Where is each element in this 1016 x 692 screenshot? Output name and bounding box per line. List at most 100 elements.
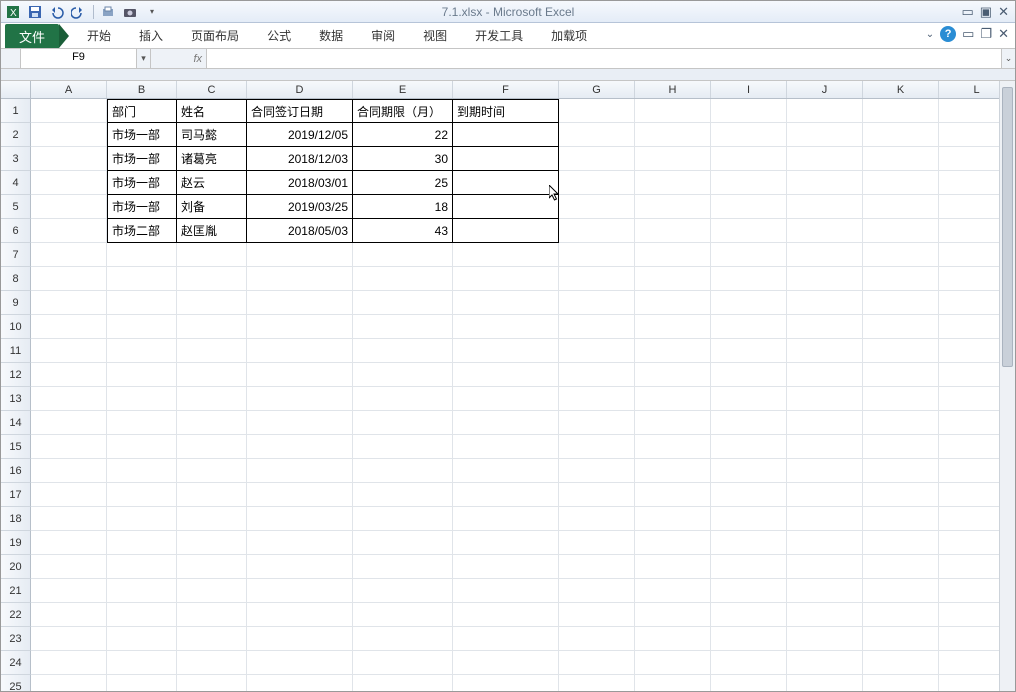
tab-insert[interactable]: 插入: [125, 23, 177, 48]
cell-B7[interactable]: [107, 243, 177, 267]
row-header-12[interactable]: 12: [1, 363, 31, 387]
cell-H11[interactable]: [635, 339, 711, 363]
cell-D18[interactable]: [247, 507, 353, 531]
cell-K6[interactable]: [863, 219, 939, 243]
cell-K15[interactable]: [863, 435, 939, 459]
select-all-corner[interactable]: [1, 81, 31, 98]
cell-J24[interactable]: [787, 651, 863, 675]
row-header-20[interactable]: 20: [1, 555, 31, 579]
cell-E6[interactable]: 43: [353, 219, 453, 243]
cell-E14[interactable]: [353, 411, 453, 435]
col-header-J[interactable]: J: [787, 81, 863, 98]
cell-J11[interactable]: [787, 339, 863, 363]
cell-H20[interactable]: [635, 555, 711, 579]
cell-B21[interactable]: [107, 579, 177, 603]
cell-E17[interactable]: [353, 483, 453, 507]
cell-J3[interactable]: [787, 147, 863, 171]
cell-E4[interactable]: 25: [353, 171, 453, 195]
cell-K14[interactable]: [863, 411, 939, 435]
file-tab[interactable]: 文件: [5, 24, 59, 48]
cell-A8[interactable]: [31, 267, 107, 291]
cell-C18[interactable]: [177, 507, 247, 531]
cell-A7[interactable]: [31, 243, 107, 267]
cell-E8[interactable]: [353, 267, 453, 291]
row-header-16[interactable]: 16: [1, 459, 31, 483]
cell-G12[interactable]: [559, 363, 635, 387]
row-header-15[interactable]: 15: [1, 435, 31, 459]
cell-F3[interactable]: [453, 147, 559, 171]
cell-J1[interactable]: [787, 99, 863, 123]
cell-C8[interactable]: [177, 267, 247, 291]
cell-K12[interactable]: [863, 363, 939, 387]
cell-D20[interactable]: [247, 555, 353, 579]
cell-C1[interactable]: 姓名: [177, 99, 247, 123]
cell-B4[interactable]: 市场一部: [107, 171, 177, 195]
cell-H23[interactable]: [635, 627, 711, 651]
cell-F18[interactable]: [453, 507, 559, 531]
cell-H16[interactable]: [635, 459, 711, 483]
cell-K21[interactable]: [863, 579, 939, 603]
cell-A22[interactable]: [31, 603, 107, 627]
cell-I18[interactable]: [711, 507, 787, 531]
camera-icon[interactable]: [122, 4, 138, 20]
cell-H13[interactable]: [635, 387, 711, 411]
cell-A14[interactable]: [31, 411, 107, 435]
cell-F24[interactable]: [453, 651, 559, 675]
cell-F14[interactable]: [453, 411, 559, 435]
cell-K18[interactable]: [863, 507, 939, 531]
cell-C10[interactable]: [177, 315, 247, 339]
cell-K22[interactable]: [863, 603, 939, 627]
cell-C14[interactable]: [177, 411, 247, 435]
cell-E25[interactable]: [353, 675, 453, 691]
cell-A25[interactable]: [31, 675, 107, 691]
col-header-B[interactable]: B: [107, 81, 177, 98]
cell-H2[interactable]: [635, 123, 711, 147]
cell-B10[interactable]: [107, 315, 177, 339]
cell-J6[interactable]: [787, 219, 863, 243]
tab-view[interactable]: 视图: [409, 23, 461, 48]
cell-J5[interactable]: [787, 195, 863, 219]
cell-I16[interactable]: [711, 459, 787, 483]
cell-A2[interactable]: [31, 123, 107, 147]
cell-J13[interactable]: [787, 387, 863, 411]
row-header-1[interactable]: 1: [1, 99, 31, 123]
cell-F17[interactable]: [453, 483, 559, 507]
cell-D2[interactable]: 2019/12/05: [247, 123, 353, 147]
cell-D1[interactable]: 合同签订日期: [247, 99, 353, 123]
cell-H9[interactable]: [635, 291, 711, 315]
cell-J4[interactable]: [787, 171, 863, 195]
cell-H21[interactable]: [635, 579, 711, 603]
cell-J23[interactable]: [787, 627, 863, 651]
cell-K7[interactable]: [863, 243, 939, 267]
cell-G13[interactable]: [559, 387, 635, 411]
cell-J8[interactable]: [787, 267, 863, 291]
cell-I20[interactable]: [711, 555, 787, 579]
cell-K23[interactable]: [863, 627, 939, 651]
row-header-23[interactable]: 23: [1, 627, 31, 651]
cell-D7[interactable]: [247, 243, 353, 267]
ribbon-minimize-icon[interactable]: ⌄: [926, 29, 934, 40]
cell-H5[interactable]: [635, 195, 711, 219]
cell-B6[interactable]: 市场二部: [107, 219, 177, 243]
cell-H19[interactable]: [635, 531, 711, 555]
cell-G18[interactable]: [559, 507, 635, 531]
tab-formulas[interactable]: 公式: [253, 23, 305, 48]
row-header-3[interactable]: 3: [1, 147, 31, 171]
cell-C5[interactable]: 刘备: [177, 195, 247, 219]
cell-F12[interactable]: [453, 363, 559, 387]
cell-J12[interactable]: [787, 363, 863, 387]
cell-K17[interactable]: [863, 483, 939, 507]
cell-B12[interactable]: [107, 363, 177, 387]
cell-D19[interactable]: [247, 531, 353, 555]
cell-H7[interactable]: [635, 243, 711, 267]
cell-B13[interactable]: [107, 387, 177, 411]
cell-D5[interactable]: 2019/03/25: [247, 195, 353, 219]
cell-E7[interactable]: [353, 243, 453, 267]
row-header-25[interactable]: 25: [1, 675, 31, 691]
cell-A13[interactable]: [31, 387, 107, 411]
cell-K8[interactable]: [863, 267, 939, 291]
row-header-13[interactable]: 13: [1, 387, 31, 411]
cell-I6[interactable]: [711, 219, 787, 243]
cell-B24[interactable]: [107, 651, 177, 675]
cell-H17[interactable]: [635, 483, 711, 507]
